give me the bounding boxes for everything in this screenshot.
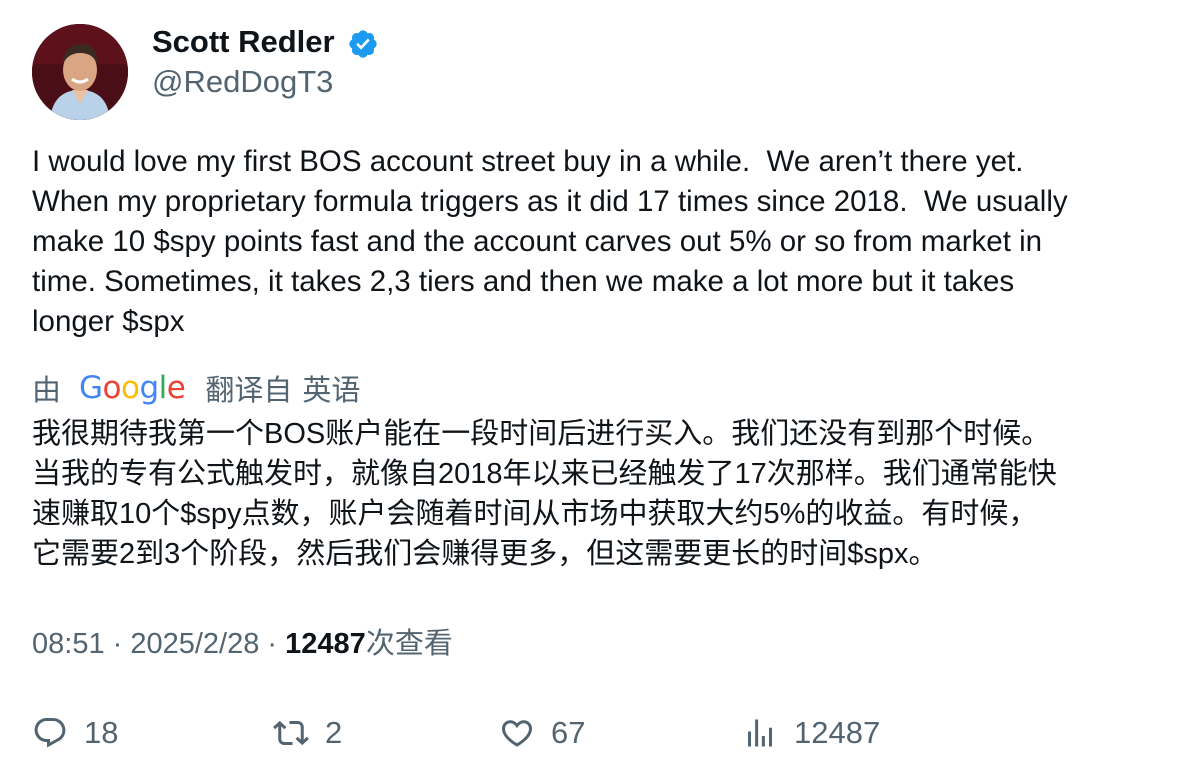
translation-attribution: 由 Google 翻译自 英语 bbox=[32, 366, 360, 410]
translated-text-line: 速赚取10个$spy点数，账户会随着时间从市场中获取大约5%的收益。有时候， bbox=[32, 498, 1038, 530]
tweet-date[interactable]: 2025/2/28 bbox=[130, 628, 259, 660]
profile-photo-icon bbox=[32, 24, 128, 120]
google-logo-icon: Google bbox=[79, 370, 186, 406]
verified-badge-icon bbox=[349, 30, 377, 58]
views-label: 次查看 bbox=[365, 628, 453, 660]
tweet-text-line: time. Sometimes, it takes 2,3 tiers and … bbox=[32, 265, 1015, 298]
translated-from-label: 翻译自 bbox=[205, 375, 293, 407]
retweet-button[interactable]: 2 bbox=[273, 710, 342, 756]
translated-by-label: 由 bbox=[32, 375, 62, 407]
action-bar: 18 2 67 12487 bbox=[32, 710, 1172, 756]
reply-icon bbox=[34, 718, 66, 748]
tweet-text-line: longer $spx bbox=[32, 305, 185, 338]
like-button[interactable]: 67 bbox=[499, 710, 585, 756]
views-count-action: 12487 bbox=[794, 715, 881, 750]
translated-text: 我很期待我第一个BOS账户能在一段时间后进行买入。我们还没有到那个时候。 当我的… bbox=[32, 414, 1182, 574]
like-count: 67 bbox=[551, 715, 586, 750]
views-count: 12487 bbox=[285, 628, 366, 660]
retweet-icon bbox=[273, 720, 309, 746]
views-button[interactable]: 12487 bbox=[742, 710, 880, 756]
retweet-count: 2 bbox=[325, 715, 343, 750]
tweet-time[interactable]: 08:51 bbox=[32, 628, 105, 660]
tweet-text-line: When my proprietary formula triggers as … bbox=[32, 185, 1068, 218]
user-handle[interactable]: @RedDogT3 bbox=[152, 62, 333, 102]
reply-count: 18 bbox=[84, 715, 119, 750]
translated-text-line: 当我的专有公式触发时，就像自2018年以来已经触发了17次那样。我们通常能快 bbox=[32, 458, 1057, 490]
tweet-text-line: make 10 $spy points fast and the account… bbox=[32, 225, 1043, 258]
meta-separator: · bbox=[259, 628, 286, 660]
tweet-text: I would love my first BOS account street… bbox=[32, 142, 1172, 342]
meta-separator: · bbox=[104, 628, 131, 660]
tweet-text-line: I would love my first BOS account street… bbox=[32, 145, 1024, 178]
heart-icon bbox=[501, 720, 533, 747]
source-language: 英语 bbox=[302, 375, 361, 407]
avatar[interactable] bbox=[32, 24, 128, 120]
display-name[interactable]: Scott Redler bbox=[152, 22, 335, 62]
analytics-icon bbox=[748, 719, 772, 747]
reply-button[interactable]: 18 bbox=[32, 710, 118, 756]
translated-text-line: 我很期待我第一个BOS账户能在一段时间后进行买入。我们还没有到那个时候。 bbox=[32, 418, 1051, 450]
tweet-meta: 08:51 · 2025/2/28 · 12487次查看 bbox=[32, 624, 453, 664]
tweet-card: Scott Redler @RedDogT3 I would love my f… bbox=[0, 0, 1196, 778]
translated-text-line: 它需要2到3个阶段，然后我们会赚得更多，但这需要更长的时间$spx。 bbox=[32, 538, 938, 570]
